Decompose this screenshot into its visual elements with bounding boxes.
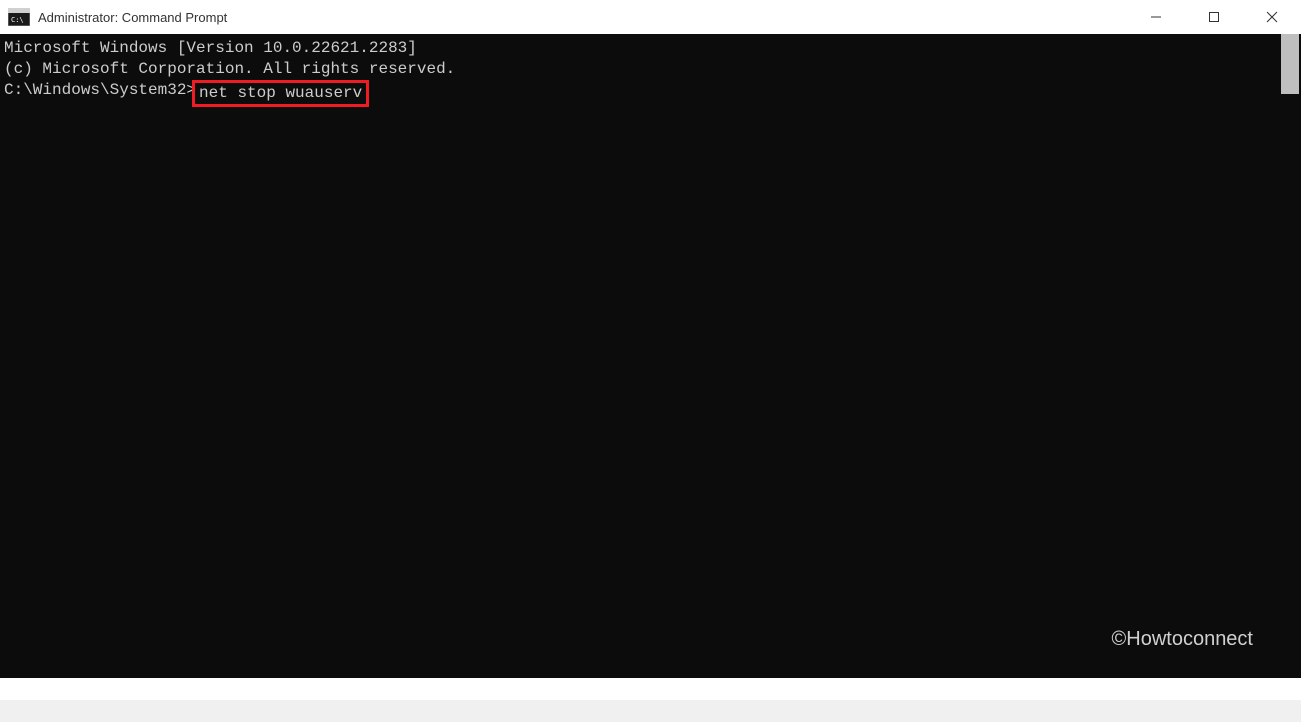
terminal-area[interactable]: Microsoft Windows [Version 10.0.22621.22… [0,34,1301,700]
window-title: Administrator: Command Prompt [38,10,227,25]
output-line-copyright: (c) Microsoft Corporation. All rights re… [4,59,1297,80]
prompt-path: C:\Windows\System32> [4,80,196,107]
titlebar[interactable]: C:\ Administrator: Command Prompt [0,0,1301,34]
minimize-button[interactable] [1127,0,1185,34]
close-button[interactable] [1243,0,1301,34]
bottom-strip [0,678,1301,700]
vertical-scrollbar[interactable] [1281,34,1299,94]
output-line-version: Microsoft Windows [Version 10.0.22621.22… [4,38,1297,59]
cmd-icon: C:\ [8,8,30,26]
prompt-line: C:\Windows\System32>net stop wuauserv [4,80,1297,107]
window-frame: C:\ Administrator: Command Prompt Micros… [0,0,1301,700]
window-controls [1127,0,1301,34]
maximize-button[interactable] [1185,0,1243,34]
command-highlight: net stop wuauserv [192,80,369,107]
watermark-text: ©Howtoconnect [1112,629,1253,650]
typed-command: net stop wuauserv [199,84,362,102]
svg-text:C:\: C:\ [11,16,24,24]
